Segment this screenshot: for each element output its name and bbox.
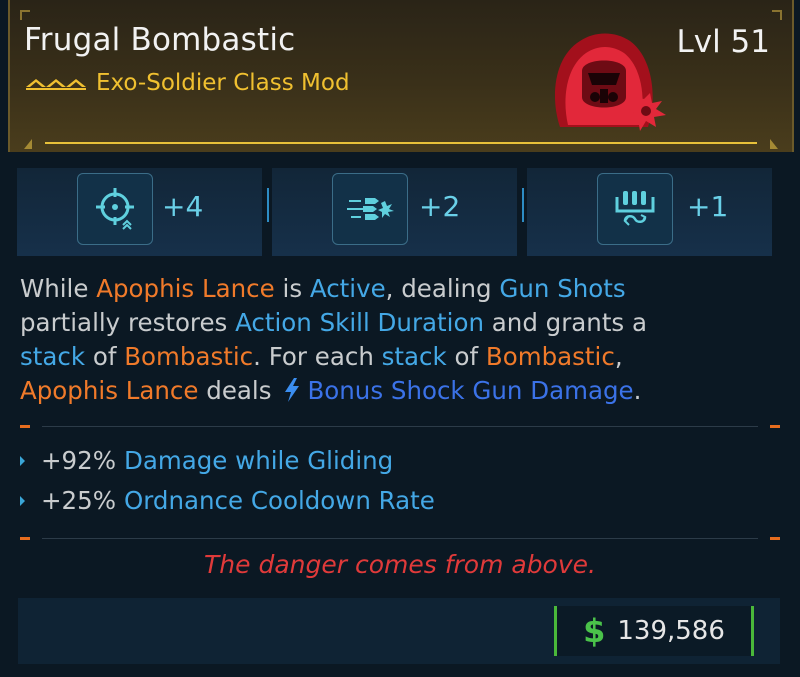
- desc-text: , dealing: [385, 274, 500, 303]
- desc-text: of: [85, 342, 125, 371]
- desc-text: deals: [198, 376, 272, 405]
- desc-text: partially restores: [20, 308, 236, 337]
- desc-text: . For each: [253, 342, 382, 371]
- keyword-gun-shots: Gun Shots: [499, 274, 626, 303]
- item-level: Lvl 51: [676, 24, 770, 60]
- stat-divider: [267, 188, 269, 222]
- price-badge: $ 139,586: [554, 606, 754, 656]
- crosshair-skill-icon: [96, 188, 134, 230]
- section-separator: [20, 537, 780, 540]
- corner-decoration: [772, 10, 782, 20]
- desc-text: While: [20, 274, 97, 303]
- corner-decoration: [770, 139, 778, 149]
- description-line: Apophis Lance deals Bonus Shock Gun Damag…: [20, 374, 780, 408]
- flavor-text: The danger comes from above.: [204, 550, 596, 579]
- desc-text: is: [274, 274, 310, 303]
- keyword-active: Active: [309, 274, 386, 303]
- ammo-cycle-icon: [615, 191, 655, 226]
- separator-tick: [20, 537, 30, 540]
- keyword-apophis-lance: Apophis Lance: [96, 274, 275, 303]
- keyword-bombastic: Bombastic: [485, 342, 615, 371]
- separator-tick: [770, 425, 780, 428]
- keyword-bombastic: Bombastic: [124, 342, 254, 371]
- bullet-arrow-icon: [20, 455, 25, 466]
- stat-cell[interactable]: +4: [17, 168, 262, 256]
- corner-decoration: [20, 10, 30, 20]
- dollar-icon: $: [583, 612, 606, 650]
- section-separator: [20, 425, 780, 428]
- description-line: While Apophis Lance is Active, dealing G…: [20, 272, 780, 306]
- gun-shots-icon: [347, 198, 394, 220]
- description-line: partially restores Action Skill Duration…: [20, 306, 780, 340]
- bonus-stat: Ordnance Cooldown Rate: [123, 486, 435, 515]
- stat-value: +1: [687, 190, 729, 223]
- stat-icon-box: [77, 173, 153, 245]
- separator-line: [42, 538, 758, 539]
- corner-decoration: [24, 139, 32, 149]
- stat-cell[interactable]: +2: [272, 168, 517, 256]
- item-name: Frugal Bombastic: [24, 22, 296, 58]
- description-line: stack of Bombastic. For each stack of Bo…: [20, 340, 780, 374]
- bonus-amount: +25%: [41, 486, 116, 515]
- header-underline: [45, 142, 757, 144]
- keyword-bonus-shock-gun-damage: Bonus Shock Gun Damage: [307, 376, 634, 405]
- keyword-stack: stack: [20, 342, 86, 371]
- desc-text: of: [446, 342, 486, 371]
- stat-cell[interactable]: +1: [527, 168, 772, 256]
- stat-icon-box: [332, 173, 408, 245]
- item-type: Exo-Soldier Class Mod: [96, 70, 350, 96]
- bonus-line: +25% Ordnance Cooldown Rate: [20, 486, 435, 515]
- rarity-chevrons-icon: [26, 79, 86, 90]
- desc-text: .: [633, 376, 642, 405]
- desc-text: ,: [614, 342, 623, 371]
- stat-value: +4: [162, 190, 204, 223]
- stat-icon-box: [597, 173, 673, 245]
- item-type-row: Exo-Soldier Class Mod: [24, 70, 350, 96]
- stat-value: +2: [419, 190, 461, 223]
- price-value: 139,586: [617, 616, 725, 646]
- separator-line: [42, 426, 758, 427]
- exo-soldier-class-icon: [554, 33, 666, 131]
- separator-tick: [20, 425, 30, 428]
- shock-bolt-icon: [285, 378, 300, 402]
- separator-tick: [770, 537, 780, 540]
- stat-divider: [522, 188, 524, 222]
- stat-row: +4 +2 +1: [17, 168, 782, 256]
- item-description: While Apophis Lance is Active, dealing G…: [20, 272, 780, 408]
- bonus-amount: +92%: [41, 446, 116, 475]
- keyword-stack: stack: [381, 342, 447, 371]
- desc-text: and grants a: [483, 308, 647, 337]
- item-card: Frugal Bombastic Exo-Soldier Class Mod L…: [0, 0, 800, 677]
- keyword-apophis-lance: Apophis Lance: [20, 376, 199, 405]
- bonus-line: +92% Damage while Gliding: [20, 446, 393, 475]
- keyword-action-skill-duration: Action Skill Duration: [235, 308, 484, 337]
- bullet-arrow-icon: [20, 495, 25, 506]
- bonus-stat: Damage while Gliding: [123, 446, 394, 475]
